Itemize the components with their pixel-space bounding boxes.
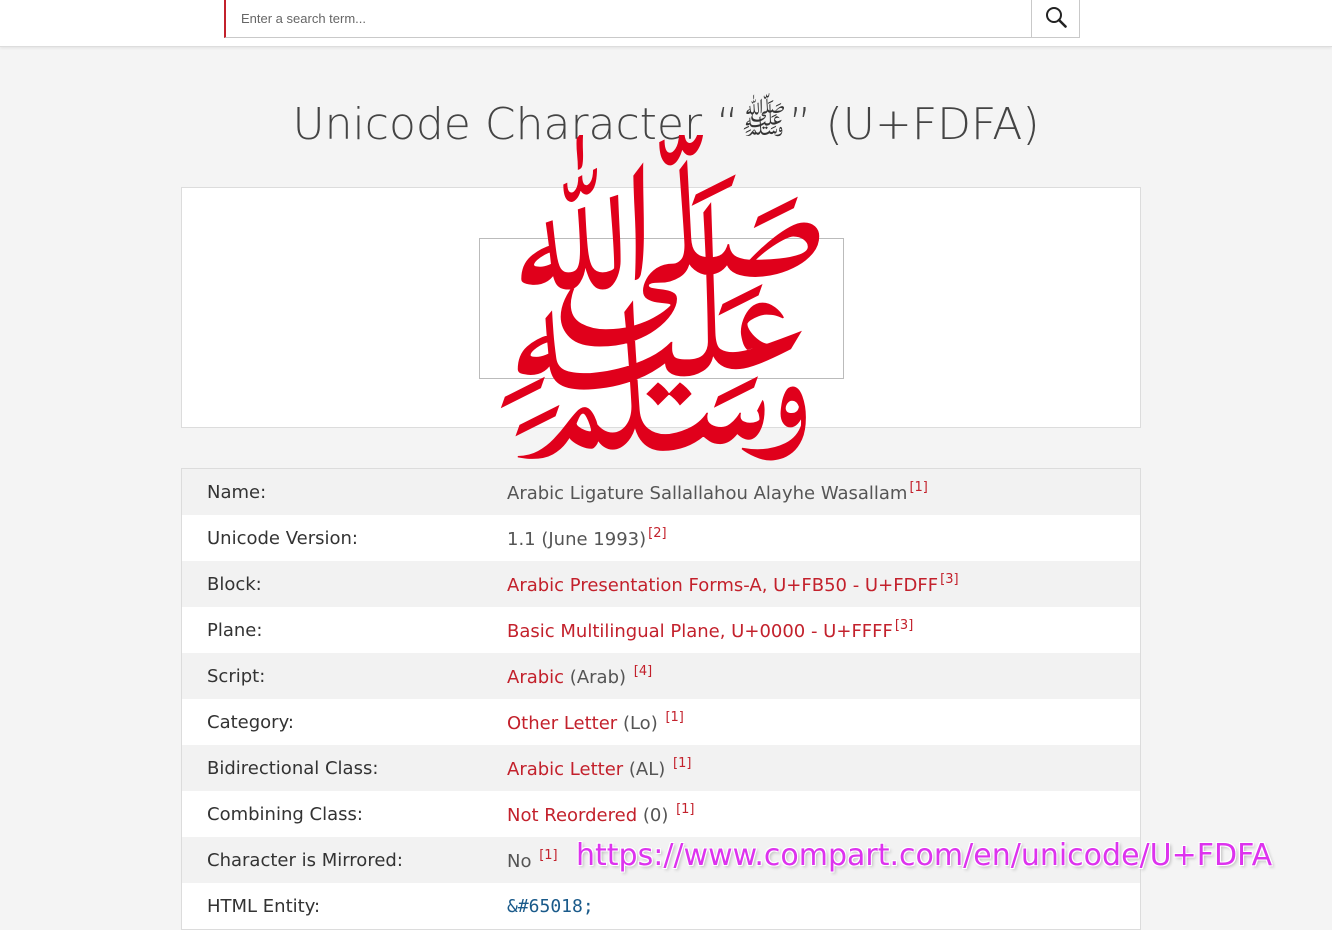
row-value: Other Letter (Lo) [1] [507,699,1141,745]
page-title-prefix: Unicode Character “ [292,99,739,150]
value-link[interactable]: Other Letter [507,713,617,734]
reference-link[interactable]: [1] [665,710,683,725]
watermark-url: https://www.compart.com/en/unicode/U+FDF… [576,838,1273,873]
row-label: Category: [207,711,294,733]
reference-link[interactable]: [2] [648,526,666,541]
row-label: HTML Entity: [207,895,321,917]
value-link[interactable]: Not Reordered [507,805,637,826]
header-bar [0,0,1332,47]
table-row: Name: Arabic Ligature Sallallahou Alayhe … [181,468,1141,516]
row-label: Plane: [207,619,263,641]
glyph-panel [181,187,1141,428]
reference-link[interactable]: [1] [673,756,691,771]
row-value: Arabic Letter (AL) [1] [507,745,1141,791]
title-glyph: ﷺ [740,98,787,142]
row-value: &#65018; [507,883,1141,930]
page-title-suffix: ” (U+FDFA) [788,99,1040,150]
row-label: Bidirectional Class: [207,757,379,779]
row-label: Character is Mirrored: [207,849,403,871]
value-link[interactable]: Arabic [507,667,564,688]
table-row: Script: Arabic (Arab) [4] [181,653,1141,699]
row-value: Basic Multilingual Plane, U+0000 - U+FFF… [507,607,1141,653]
reference-link[interactable]: [1] [539,848,557,863]
row-value: Not Reordered (0) [1] [507,791,1141,837]
reference-link[interactable]: [3] [940,572,958,587]
value-link[interactable]: Basic Multilingual Plane, U+0000 - U+FFF… [507,621,893,642]
value-text: (Lo) [617,713,664,734]
reference-link[interactable]: [1] [909,480,927,495]
row-label: Combining Class: [207,803,363,825]
search-button[interactable] [1031,0,1079,37]
search-icon [1045,6,1067,31]
value-link[interactable]: Arabic Presentation Forms-A, U+FB50 - U+… [507,575,938,596]
value-text: (Arab) [564,667,632,688]
row-label: Name: [207,481,267,503]
table-row: Category: Other Letter (Lo) [1] [181,699,1141,745]
row-value: 1.1 (June 1993) [2] [507,515,1141,561]
row-label: Script: [207,665,266,687]
table-row: Block: Arabic Presentation Forms-A, U+FB5… [181,561,1141,607]
reference-link[interactable]: [1] [676,802,694,817]
value-text: (AL) [623,759,672,780]
row-value: Arabic (Arab) [4] [507,653,1141,699]
glyph-box [479,238,844,379]
row-value: Arabic Ligature Sallallahou Alayhe Wasal… [507,469,1141,516]
table-row: Unicode Version: 1.1 (June 1993) [2] [181,515,1141,561]
table-row: Combining Class: Not Reordered (0) [1] [181,791,1141,837]
row-value: Arabic Presentation Forms-A, U+FB50 - U+… [507,561,1141,607]
value-text: Arabic Ligature Sallallahou Alayhe Wasal… [507,483,908,504]
search-input[interactable] [226,0,1032,37]
value-text: No [507,851,538,872]
search-box [224,0,1080,38]
table-row: Plane: Basic Multilingual Plane, U+0000 -… [181,607,1141,653]
reference-link[interactable]: [3] [895,618,913,633]
page-title: Unicode Character “ﷺ” (U+FDFA) [0,90,1332,155]
row-label: Unicode Version: [207,527,358,549]
row-label: Block: [207,573,262,595]
value-text: (0) [637,805,675,826]
table-row: Bidirectional Class: Arabic Letter (AL) [… [181,745,1141,791]
html-entity-value: &#65018; [507,895,594,917]
value-link[interactable]: Arabic Letter [507,759,623,780]
reference-link[interactable]: [4] [634,664,652,679]
table-row: HTML Entity: &#65018; [181,883,1141,930]
value-text: 1.1 (June 1993) [507,529,647,550]
